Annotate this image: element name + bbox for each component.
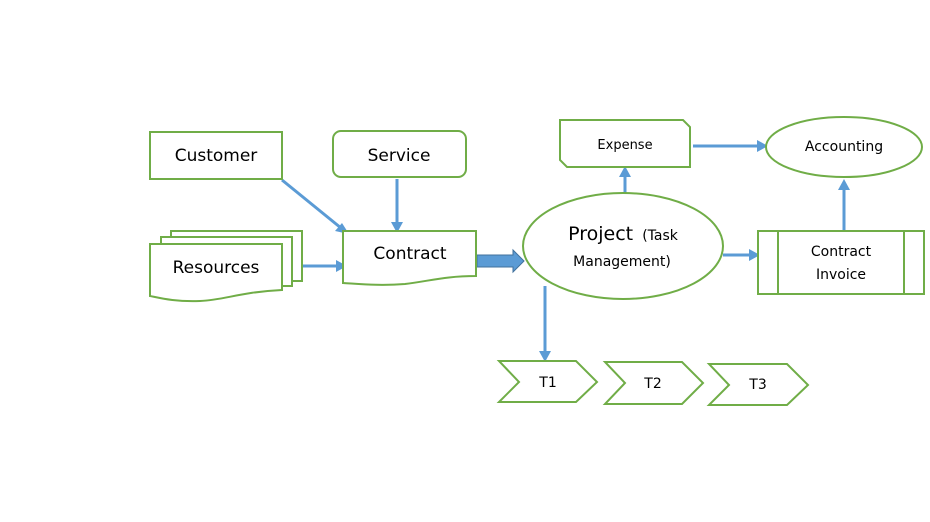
node-service-label: Service xyxy=(368,146,431,166)
node-resources[interactable]: Resources xyxy=(149,230,303,303)
invoice-line1: Contract xyxy=(811,244,872,260)
node-accounting[interactable]: Accounting xyxy=(765,116,923,178)
node-t1-label: T1 xyxy=(538,375,556,391)
workflow-diagram: Customer Service Resources Contract Proj… xyxy=(149,116,925,406)
node-t3[interactable]: T3 xyxy=(706,363,810,406)
project-sub1: (Task xyxy=(642,228,679,244)
node-expense[interactable]: Expense xyxy=(559,119,691,168)
node-t2-label: T2 xyxy=(643,376,661,392)
node-t3-label: T3 xyxy=(748,377,766,393)
node-t2[interactable]: T2 xyxy=(602,361,705,405)
node-t1[interactable]: T1 xyxy=(496,360,599,403)
node-accounting-label: Accounting xyxy=(805,139,883,155)
project-title: Project xyxy=(568,223,633,245)
node-project[interactable]: Project (Task Management) xyxy=(522,192,724,300)
node-expense-label: Expense xyxy=(597,138,652,153)
node-resources-label: Resources xyxy=(173,258,260,278)
connector-customer-contract xyxy=(281,178,349,234)
connector-project-expense xyxy=(619,166,631,193)
connector-service-contract xyxy=(391,179,403,233)
block-arrow-contract-project xyxy=(476,248,525,274)
connector-invoice-accounting xyxy=(838,179,850,231)
connector-project-invoice xyxy=(723,249,760,261)
node-contract-label: Contract xyxy=(373,244,446,264)
node-customer[interactable]: Customer xyxy=(149,131,283,180)
connector-expense-accounting xyxy=(693,140,768,152)
project-sub2: Management) xyxy=(573,254,671,270)
connector-project-t1 xyxy=(539,286,551,362)
node-contract[interactable]: Contract xyxy=(342,230,477,286)
node-service[interactable]: Service xyxy=(332,130,467,178)
node-contract-invoice[interactable]: Contract Invoice xyxy=(757,230,925,295)
invoice-line2: Invoice xyxy=(816,267,866,283)
node-customer-label: Customer xyxy=(175,146,258,166)
